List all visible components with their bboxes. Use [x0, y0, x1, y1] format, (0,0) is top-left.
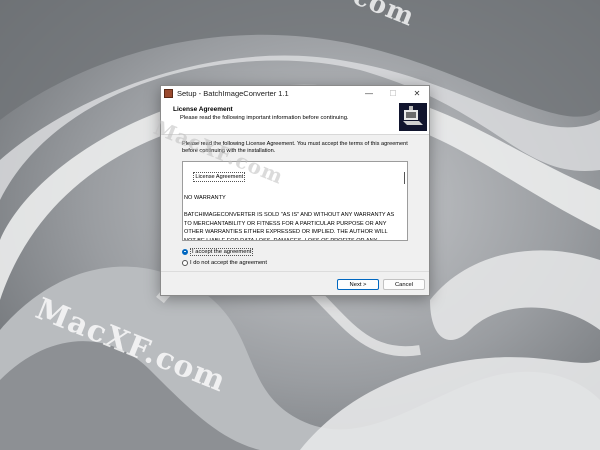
minimize-button[interactable]: —	[357, 86, 381, 101]
accept-radio[interactable]	[182, 248, 188, 255]
installer-logo-icon	[399, 103, 427, 131]
decline-option[interactable]: I do not accept the agreement	[182, 258, 267, 267]
wizard-header: License Agreement Please read the follow…	[161, 101, 429, 135]
footer-divider	[161, 271, 429, 272]
page-subtitle: Please read the following important info…	[180, 115, 349, 121]
next-button[interactable]: Next >	[337, 279, 379, 290]
close-button[interactable]: ✕	[405, 86, 429, 101]
license-body: NO WARRANTY BATCHIMAGECONVERTER IS SOLD …	[184, 194, 395, 241]
decline-label[interactable]: I do not accept the agreement	[190, 260, 267, 266]
cancel-button[interactable]: Cancel	[383, 279, 425, 290]
license-scrollbar[interactable]	[403, 172, 405, 184]
license-heading: License Agreement	[193, 171, 246, 183]
setup-app-icon	[164, 89, 173, 98]
accept-label[interactable]: I accept the agreement	[190, 247, 254, 256]
title-bar[interactable]: Setup - BatchImageConverter 1.1 — ☐ ✕	[161, 86, 429, 101]
setup-window: Setup - BatchImageConverter 1.1 — ☐ ✕ Li…	[160, 85, 430, 296]
decline-radio[interactable]	[182, 259, 188, 266]
accept-option[interactable]: I accept the agreement	[182, 247, 254, 256]
page-title: License Agreement	[173, 106, 233, 113]
license-textbox[interactable]: License Agreement NO WARRANTY BATCHIMAGE…	[182, 161, 408, 241]
window-title: Setup - BatchImageConverter 1.1	[177, 89, 289, 98]
maximize-button[interactable]: ☐	[381, 86, 405, 101]
